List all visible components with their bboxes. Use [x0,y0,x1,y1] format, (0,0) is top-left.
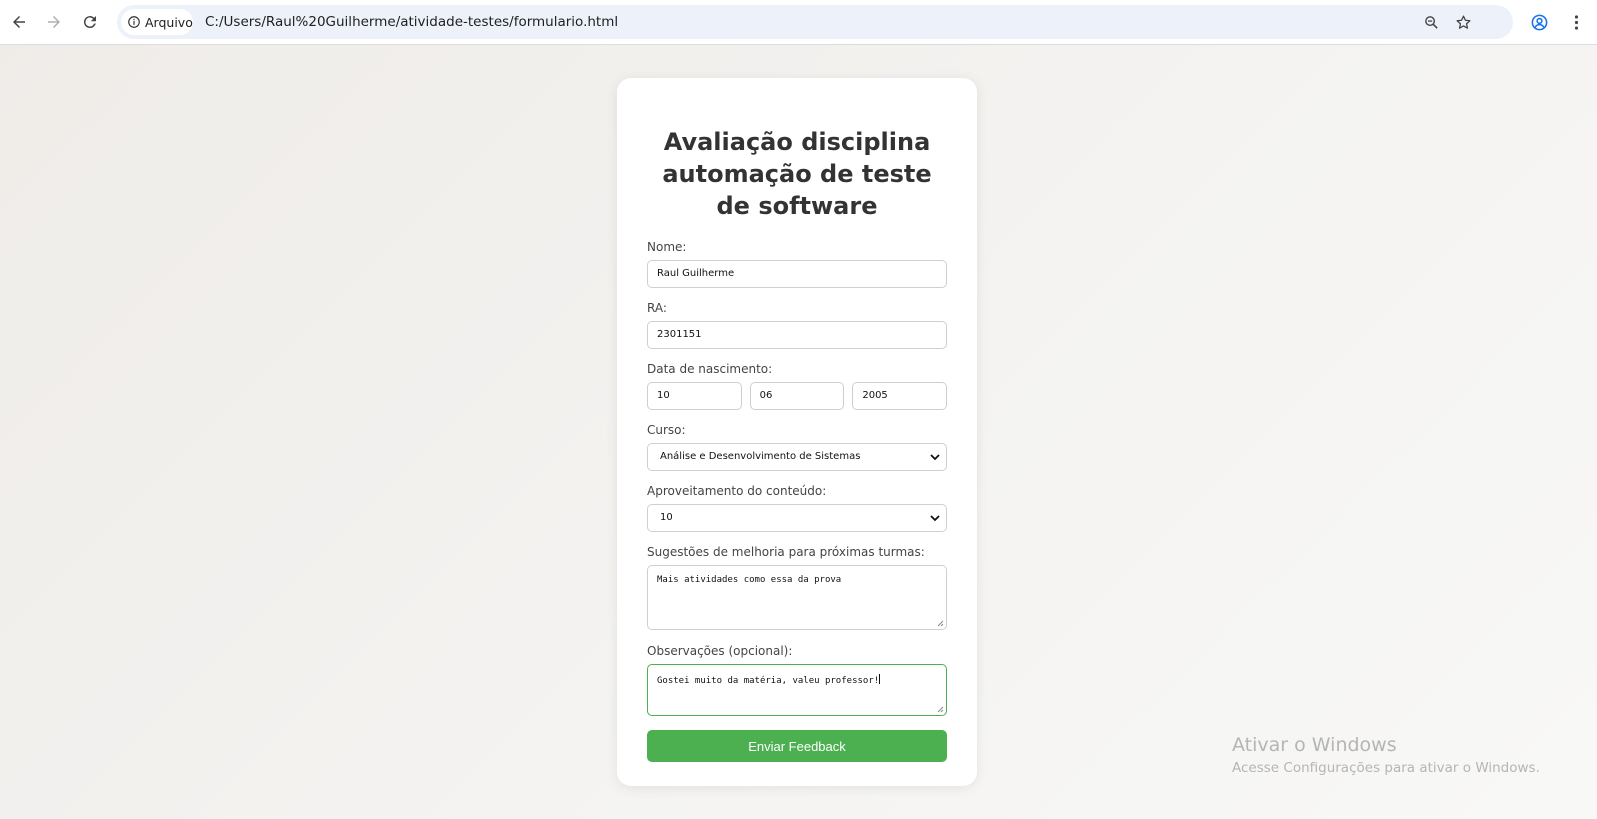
address-bar[interactable]: Arquivo C:/Users/Raul%20Guilherme/ativid… [117,5,1513,39]
suggestions-text: Mais atividades como essa da prova [657,575,842,585]
chevron-down-icon [930,515,940,522]
bookmark-button[interactable] [1452,11,1474,33]
course-label: Curso: [647,423,686,437]
name-label: Nome: [647,240,687,254]
zoom-button[interactable] [1420,11,1442,33]
birth-year-input[interactable]: 2005 [852,382,948,410]
menu-button[interactable] [1564,10,1588,34]
forward-button[interactable] [40,8,68,36]
windows-activation-watermark: Ativar o Windows Acesse Configurações pa… [1232,733,1540,778]
browser-toolbar: Arquivo C:/Users/Raul%20Guilherme/ativid… [0,0,1597,45]
notes-text: Gostei muito da matéria, valeu professor… [657,676,880,686]
notes-label: Observações (opcional): [647,644,793,658]
rating-select[interactable]: 10 [647,504,947,532]
more-vert-icon [1574,14,1578,30]
arrow-right-icon [48,16,60,28]
notes-textarea[interactable]: Gostei muito da matéria, valeu professor… [647,664,947,716]
resize-grip-icon[interactable] [936,705,944,713]
reload-icon [83,16,96,29]
url-text[interactable]: C:/Users/Raul%20Guilherme/atividade-test… [205,14,618,30]
submit-feedback-button[interactable]: Enviar Feedback [647,730,947,762]
watermark-title: Ativar o Windows [1232,734,1397,756]
ra-input[interactable]: 2301151 [647,321,947,349]
form-title: Avaliação disciplina automação de teste … [662,128,932,220]
profile-icon [1531,14,1547,30]
profile-button[interactable] [1527,10,1551,34]
watermark-subtitle: Acesse Configurações para ativar o Windo… [1232,760,1540,776]
back-button[interactable] [5,8,33,36]
arrow-left-icon [13,16,25,28]
suggestions-textarea[interactable]: Mais atividades como essa da prova [647,565,947,630]
birth-date-label: Data de nascimento: [647,362,773,376]
ra-label: RA: [647,301,667,315]
birth-date-row: 10 06 2005 [647,382,948,410]
course-select[interactable]: Análise e Desenvolvimento de Sistemas [647,443,947,471]
info-icon [128,16,140,28]
feedback-form-card: Avaliação disciplina automação de teste … [617,78,977,786]
rating-label: Aproveitamento do conteúdo: [647,484,827,498]
birth-month-input[interactable]: 06 [749,382,845,410]
chevron-down-icon [930,454,940,461]
site-info-chip[interactable]: Arquivo [121,9,193,35]
rating-selected-value: 10 [660,512,673,523]
birth-day-input[interactable]: 10 [647,382,742,410]
reload-button[interactable] [76,8,104,36]
zoom-icon [1424,15,1438,29]
star-icon [1455,14,1471,29]
name-input[interactable]: Raul Guilherme [647,260,947,288]
text-cursor [879,674,881,684]
resize-grip-icon[interactable] [936,619,944,627]
suggestions-label: Sugestões de melhoria para próximas turm… [647,545,925,559]
site-info-label: Arquivo [145,14,193,30]
course-selected-value: Análise e Desenvolvimento de Sistemas [660,451,861,462]
